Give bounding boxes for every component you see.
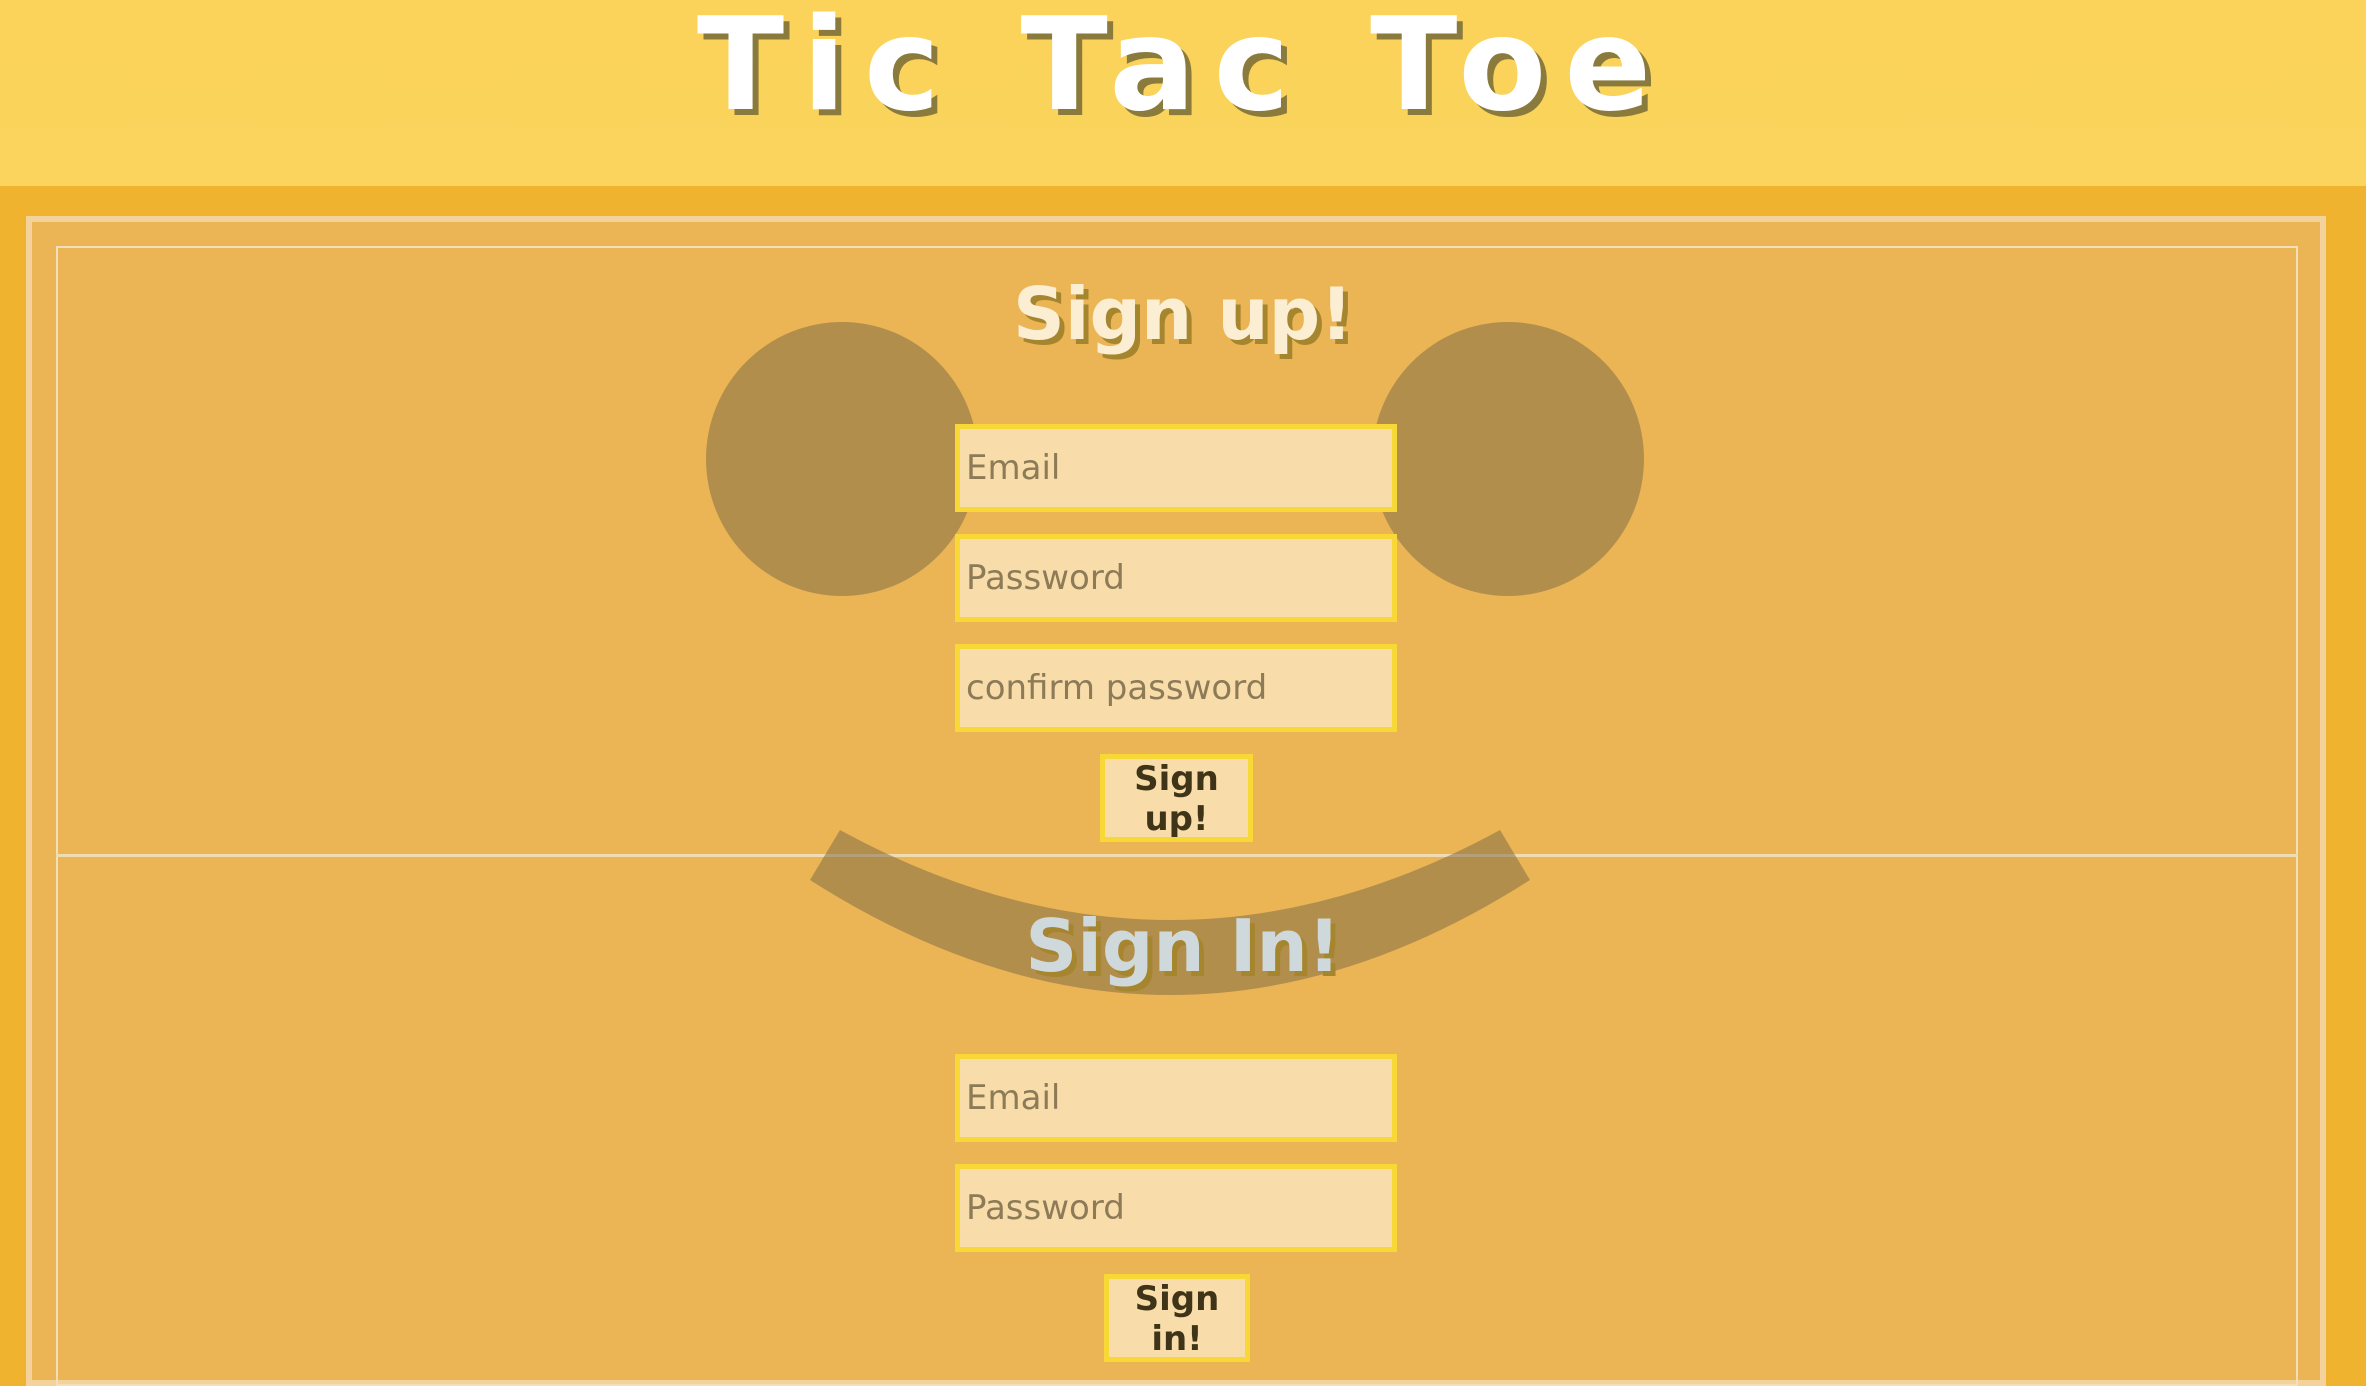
sign-in-title: Sign In!	[1025, 904, 1341, 988]
sign-up-button[interactable]: Sign up!	[1100, 754, 1253, 842]
sign-in-email-input[interactable]	[955, 1054, 1397, 1142]
sign-up-confirm-password-input[interactable]	[955, 644, 1397, 732]
sign-in-button[interactable]: Sign in!	[1104, 1274, 1250, 1362]
smiley-right-eye-icon	[1372, 322, 1644, 596]
site-title: Tic Tac Toe	[696, 0, 1670, 140]
sign-up-email-input[interactable]	[955, 424, 1397, 512]
sign-in-password-input[interactable]	[955, 1164, 1397, 1252]
sign-up-password-input[interactable]	[955, 534, 1397, 622]
site-header: Tic Tac Toe	[0, 0, 2366, 186]
smiley-left-eye-icon	[706, 322, 978, 596]
sign-up-title: Sign up!	[1012, 272, 1354, 356]
